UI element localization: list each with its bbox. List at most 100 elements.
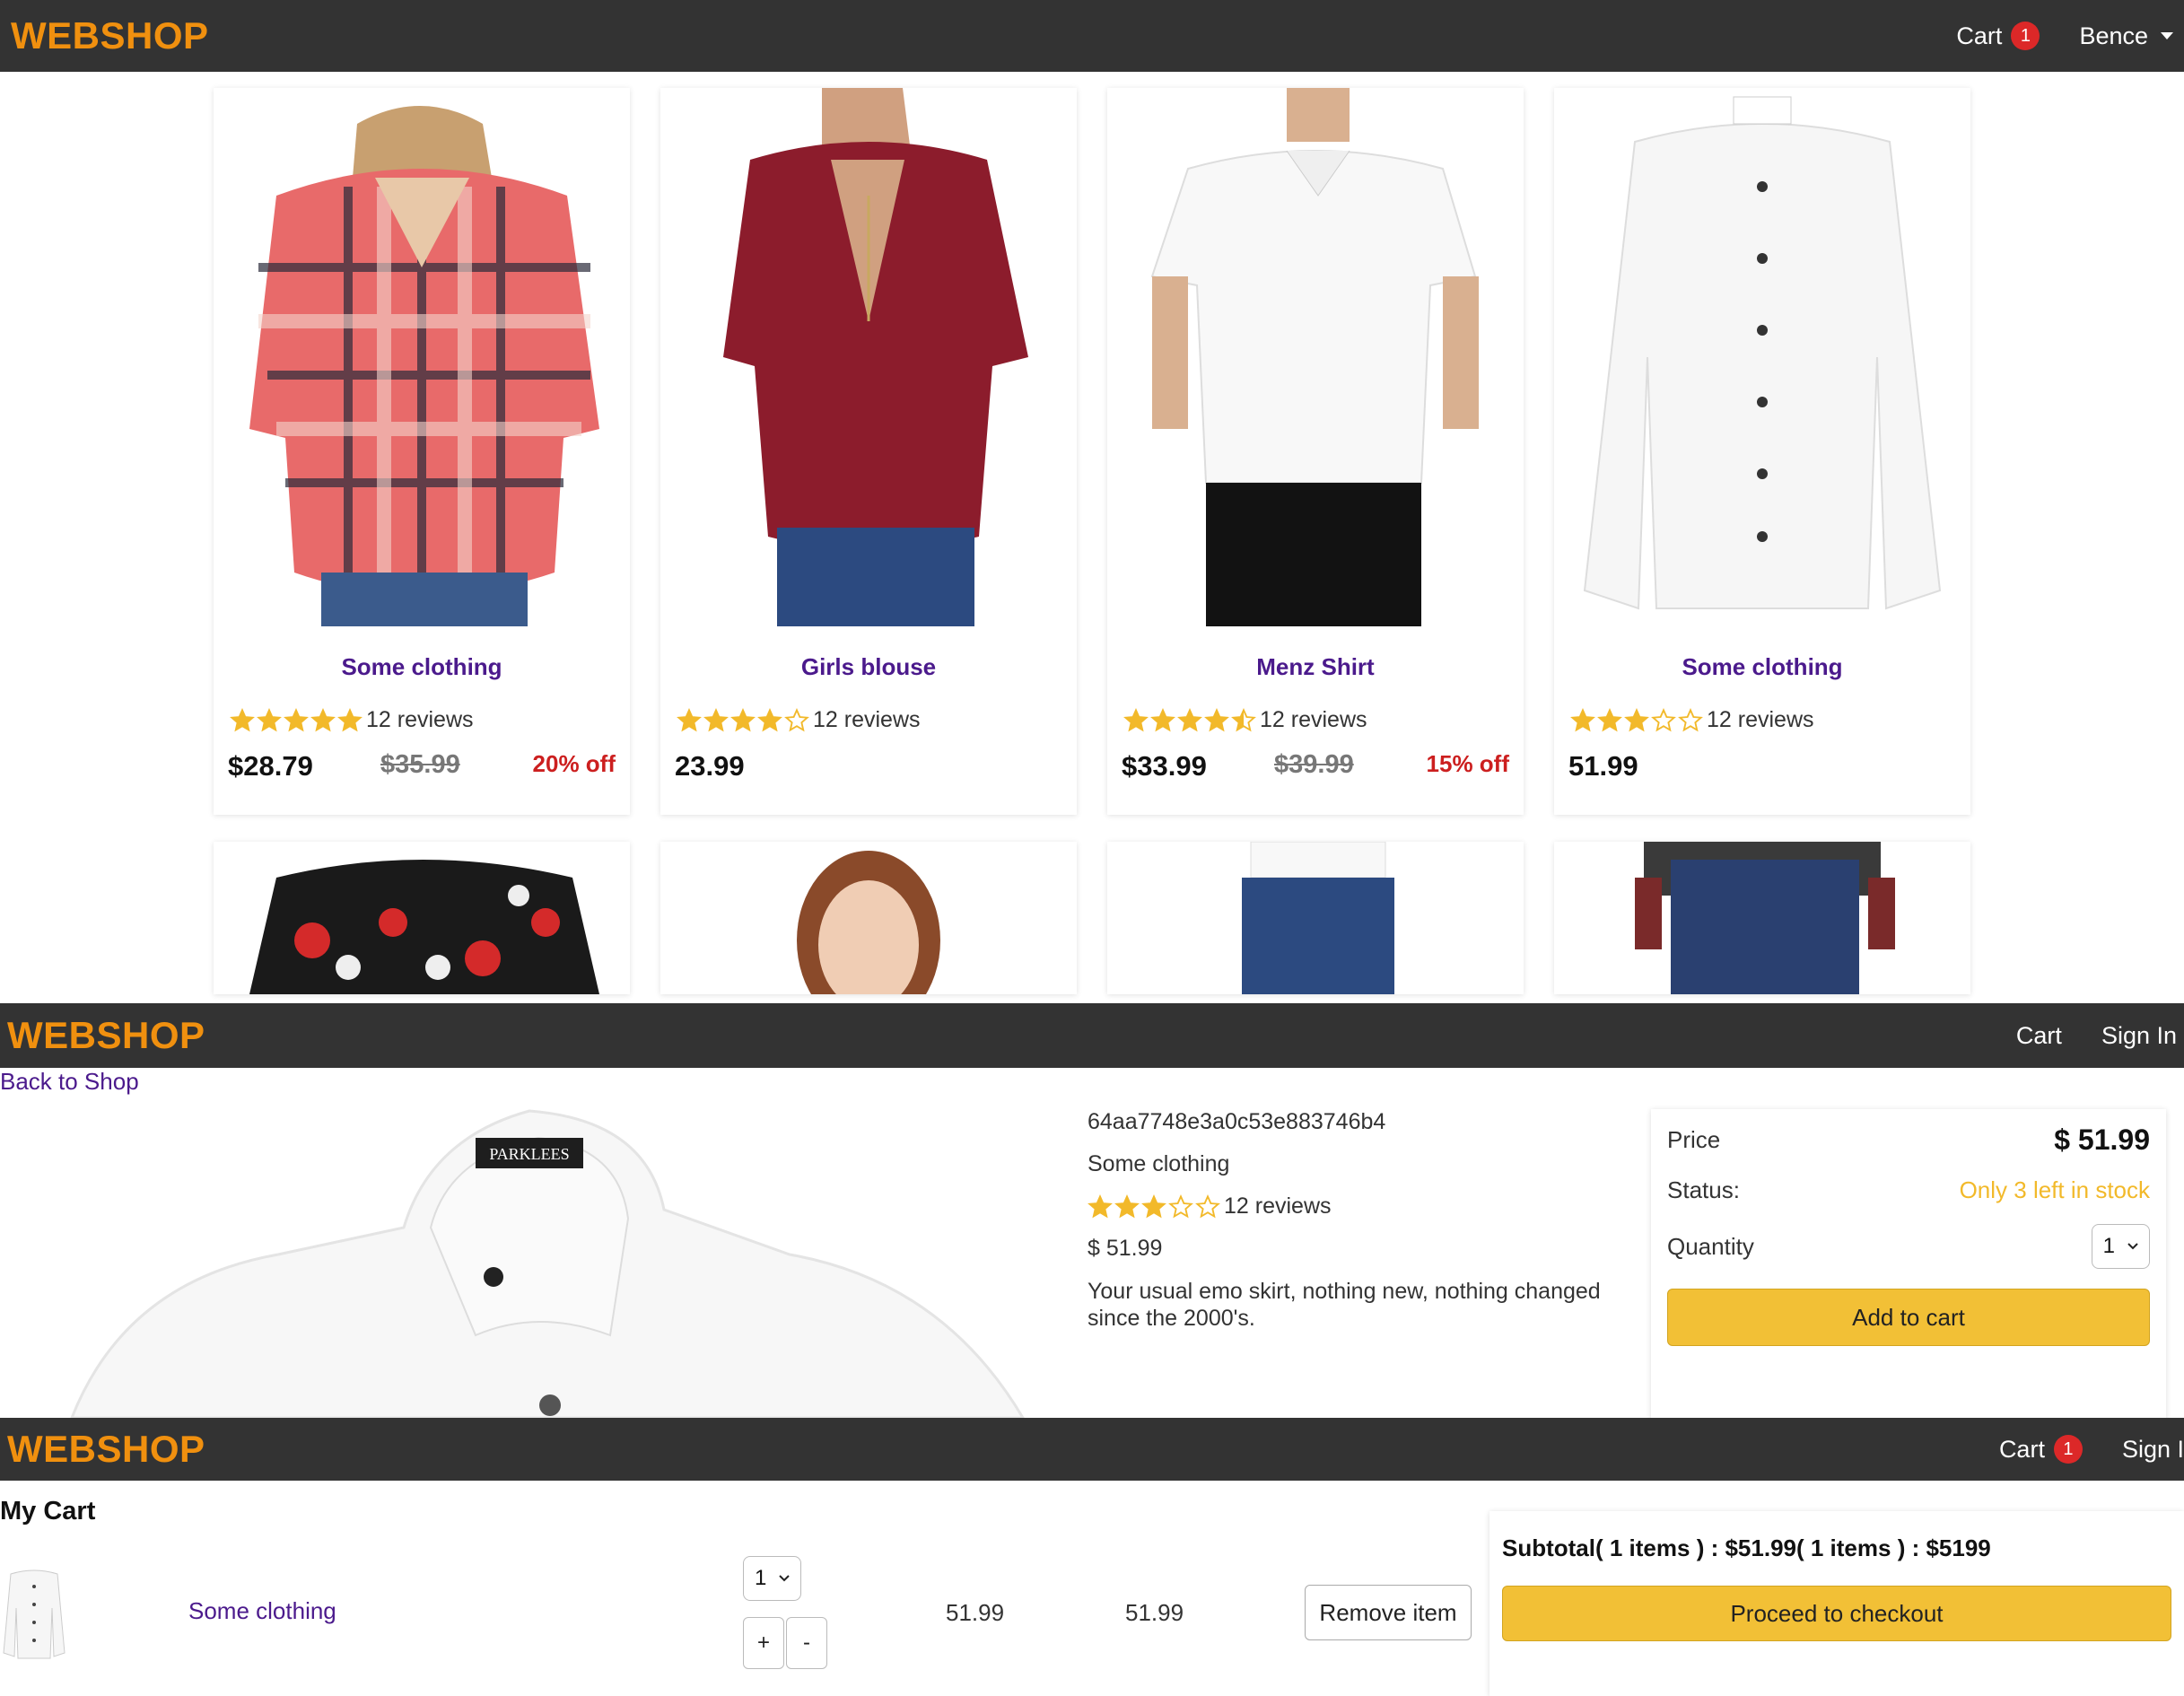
product-rating: 12 reviews	[1570, 707, 1814, 733]
product-image[interactable]	[1563, 88, 1961, 626]
increase-quantity-button[interactable]: +	[743, 1617, 784, 1669]
cart-item-name[interactable]: Some clothing	[188, 1597, 336, 1625]
svg-text:PARKLEES: PARKLEES	[489, 1145, 569, 1163]
cart-link[interactable]: Cart 1	[1999, 1435, 2083, 1464]
product-image[interactable]	[1554, 842, 1970, 994]
nav-links: Cart 1 Bence	[1956, 22, 2173, 50]
product-price: 23.99	[675, 750, 745, 782]
product-detail-image: PARKLEES	[54, 1102, 1032, 1418]
status-label: Status:	[1667, 1176, 1740, 1203]
product-image[interactable]	[1107, 842, 1524, 994]
product-image[interactable]	[660, 842, 1077, 994]
star-icon	[730, 707, 756, 731]
purchase-box: Price $ 51.99 Status: Only 3 left in sto…	[1651, 1109, 2166, 1418]
signin-link[interactable]: Sign I	[2122, 1436, 2184, 1464]
quantity-select[interactable]: 1	[2091, 1224, 2150, 1269]
star-icon	[310, 707, 336, 731]
back-to-shop-link[interactable]: Back to Shop	[0, 1068, 139, 1096]
product-name[interactable]: Some clothing	[214, 653, 630, 681]
product-image[interactable]	[669, 88, 1068, 626]
decrease-quantity-button[interactable]: -	[786, 1617, 827, 1669]
product-detail-screen: WEBSHOP Cart Sign In Back to Shop PARKLE…	[0, 1003, 2184, 1418]
proceed-to-checkout-button[interactable]: Proceed to checkout	[1502, 1586, 2171, 1641]
product-name[interactable]: Some clothing	[1554, 653, 1970, 681]
product-card[interactable]	[214, 842, 630, 994]
navbar: WEBSHOP Cart 1 Bence	[0, 0, 2184, 72]
product-old-price: $39.99	[1274, 750, 1354, 779]
product-price: $28.79	[228, 750, 313, 782]
cart-count-badge: 1	[2053, 1435, 2083, 1464]
star-icon	[1177, 707, 1202, 731]
quantity-row: Quantity 1	[1667, 1224, 2150, 1269]
product-card[interactable]: Menz Shirt 12 reviews $33.99 $39.99 15% …	[1107, 88, 1524, 815]
price-row: Price $ 51.99	[1667, 1123, 2150, 1157]
price-label: Price	[1667, 1126, 1721, 1153]
brand-logo[interactable]: WEBSHOP	[11, 14, 209, 57]
navbar: WEBSHOP Cart Sign In	[0, 1003, 2184, 1068]
cart-subtotal: Subtotal( 1 items ) : $51.99( 1 items ) …	[1502, 1534, 1991, 1561]
cart-title: My Cart	[0, 1497, 96, 1526]
product-name[interactable]: Girls blouse	[660, 653, 1077, 681]
star-icon	[677, 707, 702, 731]
user-menu[interactable]: Bence	[2079, 22, 2173, 50]
product-card[interactable]: Some clothing 12 reviews 51.99	[1554, 88, 1970, 815]
star-icon	[1231, 707, 1256, 731]
cart-item-thumbnail	[3, 1569, 66, 1659]
chevron-down-icon	[2127, 1243, 2138, 1250]
brand-logo[interactable]: WEBSHOP	[7, 1428, 205, 1471]
star-rating	[1088, 1193, 1220, 1220]
product-old-price: $35.99	[380, 750, 460, 779]
star-icon	[1651, 707, 1676, 731]
navbar: WEBSHOP Cart 1 Sign I	[0, 1418, 2184, 1481]
cart-summary: Subtotal( 1 items ) : $51.99( 1 items ) …	[1489, 1511, 2184, 1696]
price-value: $ 51.99	[2054, 1123, 2150, 1156]
product-image[interactable]	[1116, 88, 1515, 626]
product-card[interactable]: Some clothing 12 reviews $28.79 $35.99 2…	[214, 88, 630, 815]
star-rating	[677, 707, 809, 733]
nav-links: Cart Sign In	[2016, 1022, 2177, 1050]
cart-screen: WEBSHOP Cart 1 Sign I My Cart Some cloth…	[0, 1418, 2184, 1696]
cart-count-badge: 1	[2011, 22, 2040, 50]
star-icon	[1195, 1193, 1220, 1218]
cart-quantity-value: 1	[755, 1566, 767, 1590]
review-count: 12 reviews	[1224, 1193, 1332, 1219]
product-rating: 12 reviews	[1088, 1193, 1626, 1220]
add-to-cart-button[interactable]: Add to cart	[1667, 1289, 2150, 1346]
user-name: Bence	[2079, 22, 2148, 49]
product-card[interactable]	[1554, 842, 1970, 994]
product-name: Some clothing	[1088, 1151, 1230, 1176]
cart-quantity-select[interactable]: 1	[743, 1556, 802, 1601]
cart-link[interactable]: Cart 1	[1956, 22, 2040, 50]
product-id: 64aa7748e3a0c53e883746b4	[1088, 1109, 1386, 1134]
product-card[interactable]	[1107, 842, 1524, 994]
review-count: 12 reviews	[813, 707, 921, 732]
status-row: Status: Only 3 left in stock	[1667, 1176, 2150, 1204]
brand-logo[interactable]: WEBSHOP	[7, 1014, 205, 1057]
star-icon	[1204, 707, 1229, 731]
star-icon	[757, 707, 782, 731]
star-icon	[1150, 707, 1175, 731]
quantity-value: 1	[2102, 1234, 2115, 1258]
star-icon	[257, 707, 282, 731]
discount-label: 20% off	[532, 750, 616, 777]
cart-link[interactable]: Cart	[2016, 1022, 2062, 1050]
product-rating: 12 reviews	[677, 707, 921, 733]
product-image[interactable]	[223, 88, 621, 626]
product-price: $33.99	[1122, 750, 1207, 782]
star-icon	[784, 707, 809, 731]
remove-item-button[interactable]: Remove item	[1305, 1585, 1472, 1640]
cart-label: Cart	[1956, 22, 2003, 49]
star-icon	[1114, 1193, 1140, 1218]
product-name[interactable]: Menz Shirt	[1107, 653, 1524, 681]
caret-down-icon	[2161, 32, 2173, 39]
product-card[interactable]: Girls blouse 12 reviews 23.99	[660, 88, 1077, 815]
product-card[interactable]	[660, 842, 1077, 994]
star-icon	[337, 707, 363, 731]
review-count: 12 reviews	[1707, 707, 1814, 732]
product-info: 64aa7748e3a0c53e883746b4 Some clothing 1…	[1088, 1109, 1626, 1348]
product-description: Your usual emo skirt, nothing new, nothi…	[1088, 1279, 1601, 1331]
star-rating	[230, 707, 363, 733]
star-icon	[1141, 1193, 1166, 1218]
signin-link[interactable]: Sign In	[2101, 1022, 2177, 1050]
product-image[interactable]	[214, 842, 630, 994]
